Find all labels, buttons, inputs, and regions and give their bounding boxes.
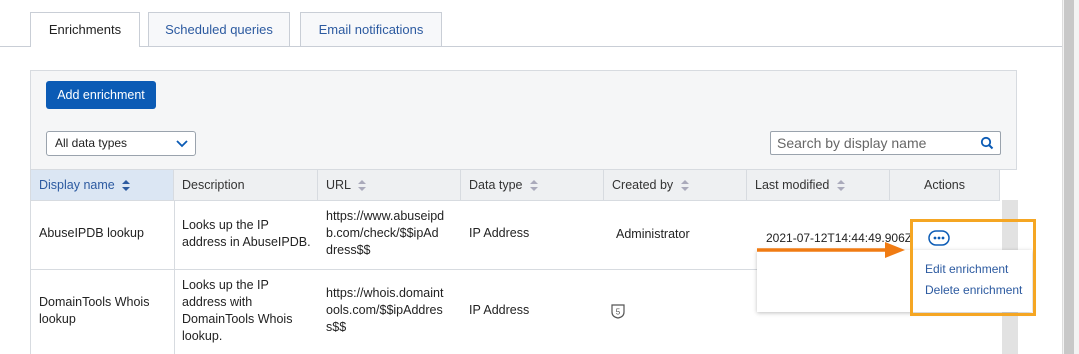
tab-bar-divider — [0, 46, 1062, 47]
annotation-arrow-icon — [757, 242, 905, 258]
row2-url: https://whois.domaint ools.com/$$ipAddres… — [326, 286, 444, 334]
sort-icon — [680, 180, 689, 192]
column-header-description: Description — [174, 169, 318, 201]
sort-icon — [530, 180, 538, 192]
page-scrollbar-thumb[interactable] — [1064, 0, 1074, 354]
row1-description: Looks up the IP address in AbuseIPDB. — [182, 218, 311, 249]
tab-enrichments[interactable]: Enrichments — [30, 12, 140, 47]
svg-text:5: 5 — [616, 308, 621, 317]
sort-icon — [836, 180, 845, 192]
column-divider — [174, 200, 175, 354]
data-type-filter-select[interactable]: All data types — [46, 131, 196, 156]
add-enrichment-button[interactable]: Add enrichment — [46, 81, 156, 109]
row2-display-name[interactable]: DomainTools Whois lookup — [39, 294, 149, 328]
annotation-highlight-box — [910, 219, 1036, 316]
search-input[interactable] — [771, 132, 978, 154]
tab-email-notifications[interactable]: Email notifications — [300, 12, 442, 46]
sophos-badge-icon: 5 — [611, 304, 625, 319]
data-type-filter-value: All data types — [55, 136, 128, 150]
column-header-last-modified[interactable]: Last modified — [747, 169, 890, 201]
column-header-created-by[interactable]: Created by — [604, 169, 747, 201]
row1-display-name[interactable]: AbuseIPDB lookup — [39, 225, 144, 242]
row2-description: Looks up the IP address with DomainTools … — [182, 278, 293, 343]
chevron-down-icon — [176, 140, 188, 148]
sort-icon — [358, 180, 367, 192]
row2-data-type: IP Address — [469, 303, 530, 317]
search-icon[interactable] — [980, 136, 994, 150]
column-header-display-name[interactable]: Display name — [30, 169, 174, 201]
tab-scheduled-queries[interactable]: Scheduled queries — [148, 12, 290, 46]
row1-created-by: Administrator — [616, 227, 690, 241]
sort-ascending-icon — [122, 180, 131, 192]
column-header-url[interactable]: URL — [318, 169, 461, 201]
row1-url: https://www.abuseipd b.com/check/$$ipAd dr… — [326, 209, 445, 257]
column-divider — [30, 200, 31, 354]
row1-data-type: IP Address — [469, 226, 530, 240]
column-header-data-type[interactable]: Data type — [461, 169, 604, 201]
search-box — [770, 131, 1001, 155]
column-header-actions: Actions — [890, 169, 1000, 201]
